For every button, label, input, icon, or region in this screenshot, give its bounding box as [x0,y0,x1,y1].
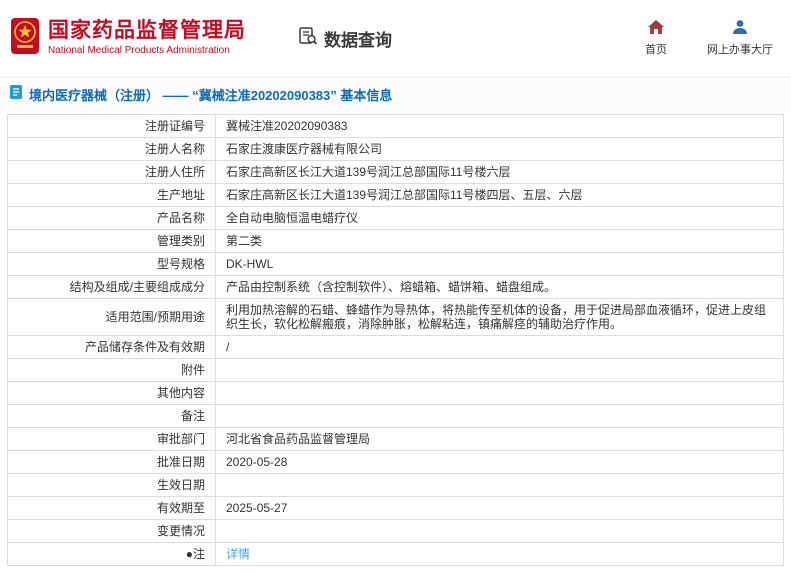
field-label: 注册证编号 [7,114,216,138]
table-row: 生效日期 [7,473,784,497]
document-icon [9,84,23,105]
field-label: 注册人住所 [7,160,216,184]
registration-info-table: 注册证编号 冀械注准20202090383 注册人名称 石家庄渡康医疗器械有限公司 注册… [7,114,784,566]
field-value: 石家庄高新区长江大道139号润江总部国际11号楼四层、五层、六层 [215,183,784,207]
field-label: 注册人名称 [7,137,216,161]
field-label: 有效期至 [7,496,216,520]
field-value: 石家庄渡康医疗器械有限公司 [215,137,784,161]
data-query-tab[interactable]: 数据查询 [298,26,392,51]
field-value: DK-HWL [215,252,784,276]
table-row: 备注 [7,404,784,428]
info-table-body: 注册证编号 冀械注准20202090383 注册人名称 石家庄渡康医疗器械有限公司 注册… [7,114,784,566]
table-row: 注册人住所 石家庄高新区长江大道139号润江总部国际11号楼六层 [7,160,784,184]
field-label: 产品名称 [7,206,216,230]
field-value [215,381,784,405]
field-value: 2025-05-27 [215,496,784,520]
breadcrumb: 境内医疗器械（注册） —— “冀械注准20202090383” 基本信息 [0,76,791,112]
document-search-icon [298,26,318,51]
table-row: 变更情况 [7,519,784,543]
table-row: 管理类别 第二类 [7,229,784,253]
field-label: 生效日期 [7,473,216,497]
table-row: 型号规格 DK-HWL [7,252,784,276]
field-value [215,473,784,497]
field-value: 全自动电脑恒温电蜡疗仪 [215,206,784,230]
field-label: 批准日期 [7,450,216,474]
header-nav: 首页 网上办事大厅 [645,19,773,57]
table-row: 产品储存条件及有效期 / [7,335,784,359]
field-value [215,519,784,543]
data-query-label: 数据查询 [324,30,392,50]
field-label: 管理类别 [7,229,216,253]
org-name-cn: 国家药品监督管理局 [48,19,246,43]
nav-service-hall-label: 网上办事大厅 [707,44,773,56]
table-row: 结构及组成/主要组成成分 产品由控制系统（含控制软件）、熔蜡箱、蜡饼箱、蜡盘组成。 [7,275,784,299]
table-row: 有效期至 2025-05-27 [7,496,784,520]
table-row: 生产地址 石家庄高新区长江大道139号润江总部国际11号楼四层、五层、六层 [7,183,784,207]
table-row: 适用范围/预期用途 利用加热溶解的石蜡、蜂蜡作为导热体，将热能传至机体的设备，用于… [7,298,784,336]
person-icon [731,19,749,38]
page-header: 国家药品监督管理局 National Medical Products Admi… [0,0,791,76]
table-row: 注册人名称 石家庄渡康医疗器械有限公司 [7,137,784,161]
field-value: 第二类 [215,229,784,253]
field-value: 2020-05-28 [215,450,784,474]
field-label: 产品储存条件及有效期 [7,335,216,359]
field-value: 冀械注准20202090383 [215,114,784,138]
home-icon [647,19,665,38]
nav-service-hall[interactable]: 网上办事大厅 [707,19,773,57]
field-value: 河北省食品药品监督管理局 [215,427,784,451]
table-row: 批准日期 2020-05-28 [7,450,784,474]
info-table-wrap: 注册证编号 冀械注准20202090383 注册人名称 石家庄渡康医疗器械有限公司 注册… [0,112,791,566]
field-label: 型号规格 [7,252,216,276]
field-value [215,404,784,428]
detail-link[interactable]: 详情 [226,547,250,561]
site-logo[interactable]: 国家药品监督管理局 National Medical Products Admi… [10,16,246,61]
field-value: / [215,335,784,359]
national-emblem-icon [10,16,40,61]
table-row: ●注 详情 [7,542,784,566]
nav-home[interactable]: 首页 [645,19,667,57]
table-row: 附件 [7,358,784,382]
page-title: 境内医疗器械（注册） —— “冀械注准20202090383” 基本信息 [29,88,393,103]
org-name-block: 国家药品监督管理局 National Medical Products Admi… [48,19,246,57]
table-row: 注册证编号 冀械注准20202090383 [7,114,784,138]
field-label: 适用范围/预期用途 [7,298,216,336]
field-label: 附件 [7,358,216,382]
field-value [215,358,784,382]
table-row: 审批部门 河北省食品药品监督管理局 [7,427,784,451]
table-row: 产品名称 全自动电脑恒温电蜡疗仪 [7,206,784,230]
field-label: 备注 [7,404,216,428]
field-label: 变更情况 [7,519,216,543]
field-value: 石家庄高新区长江大道139号润江总部国际11号楼六层 [215,160,784,184]
field-label: 审批部门 [7,427,216,451]
nav-home-label: 首页 [645,44,667,56]
field-label: ●注 [7,542,216,566]
field-label: 生产地址 [7,183,216,207]
field-label: 结构及组成/主要组成成分 [7,275,216,299]
field-value: 产品由控制系统（含控制软件）、熔蜡箱、蜡饼箱、蜡盘组成。 [215,275,784,299]
org-name-en: National Medical Products Administration [48,45,230,57]
field-label: 其他内容 [7,381,216,405]
field-value: 详情 [215,542,784,566]
field-value: 利用加热溶解的石蜡、蜂蜡作为导热体，将热能传至机体的设备，用于促进局部血液循环，… [215,298,784,336]
table-row: 其他内容 [7,381,784,405]
